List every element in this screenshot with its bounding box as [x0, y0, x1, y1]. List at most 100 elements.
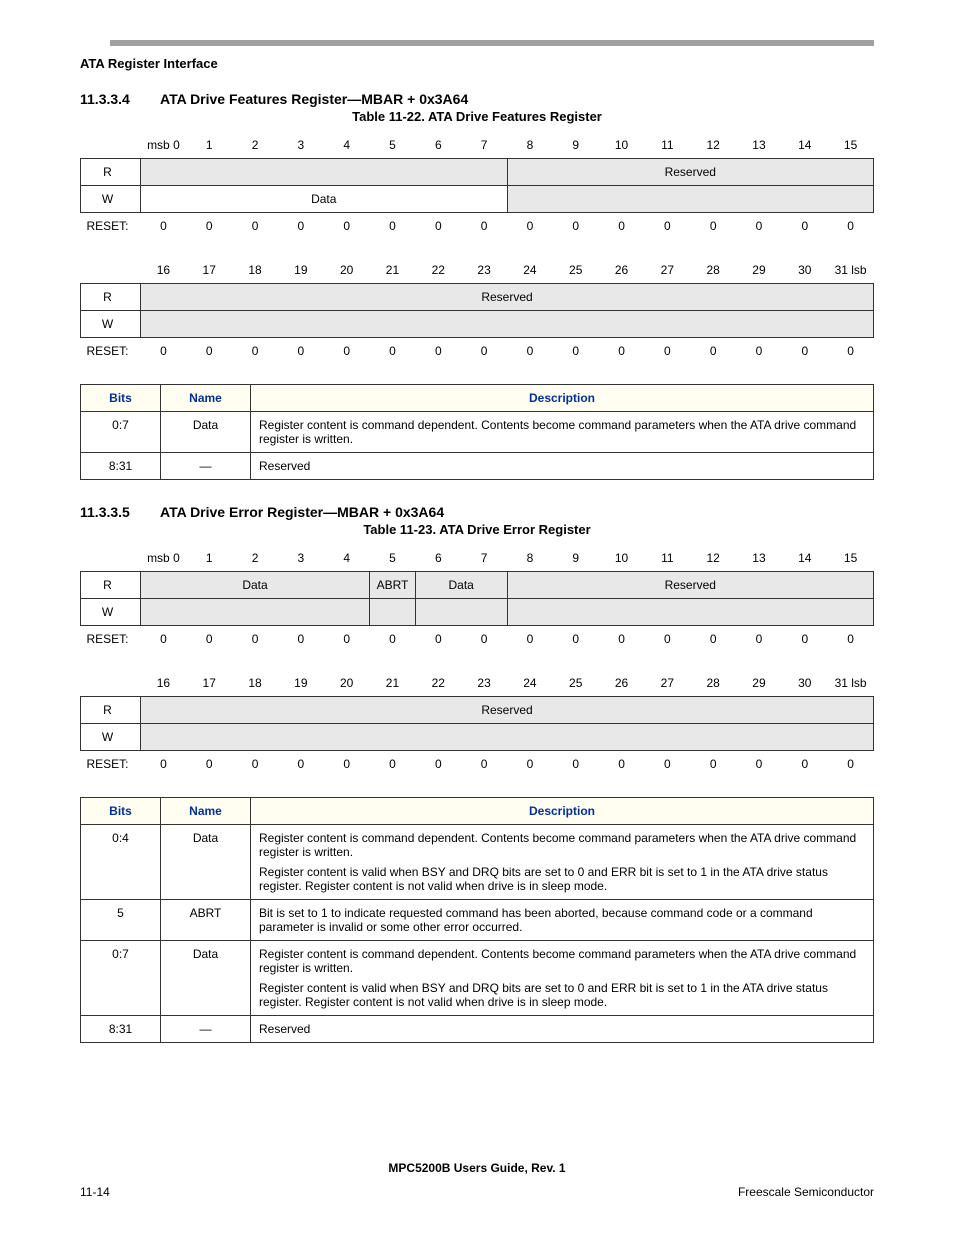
desc-bits: 8:31 [81, 453, 161, 480]
reset-value: 0 [599, 626, 645, 653]
bit-number: 15 [828, 545, 874, 572]
register-field: Reserved [507, 159, 874, 186]
desc-name: Data [161, 941, 251, 1016]
reset-value: 0 [232, 751, 278, 778]
bit-numbers: msb 0123456789101112131415 [81, 132, 874, 159]
footer-doc-title: MPC5200B Users Guide, Rev. 1 [80, 1161, 874, 1175]
bit-number: 17 [186, 670, 232, 697]
register-row: RDataABRTDataReserved [81, 572, 874, 599]
bit-number: 5 [370, 132, 416, 159]
bit-number: 3 [278, 545, 324, 572]
bit-number: 16 [141, 257, 187, 284]
reset-value: 0 [736, 626, 782, 653]
bit-number: 27 [644, 670, 690, 697]
desc-text: Reserved [251, 453, 874, 480]
register-field: Reserved [141, 284, 874, 311]
reset-value: 0 [186, 213, 232, 240]
bit-number: 21 [370, 670, 416, 697]
reset-value: 0 [461, 626, 507, 653]
reset-value: 0 [461, 751, 507, 778]
bit-number: 7 [461, 545, 507, 572]
description-table: BitsNameDescription0:7DataRegister conte… [80, 384, 874, 480]
bit-number: 11 [644, 545, 690, 572]
reset-value: 0 [278, 751, 324, 778]
bit-number: 23 [461, 257, 507, 284]
reset-value: 0 [828, 626, 874, 653]
desc-bits: 0:4 [81, 825, 161, 900]
desc-name: Data [161, 825, 251, 900]
bit-number: 31 lsb [828, 257, 874, 284]
bit-number: 10 [599, 545, 645, 572]
bit-number: 26 [599, 257, 645, 284]
reset-row: RESET:0000000000000000 [81, 338, 874, 365]
bit-number: 2 [232, 545, 278, 572]
reset-value: 0 [644, 751, 690, 778]
register-row: W [81, 599, 874, 626]
reset-value: 0 [324, 751, 370, 778]
desc-row: 0:4DataRegister content is command depen… [81, 825, 874, 900]
register-field [141, 724, 874, 751]
bit-number: 28 [690, 670, 736, 697]
desc-row: 5ABRTBit is set to 1 to indicate request… [81, 900, 874, 941]
bit-number: 20 [324, 257, 370, 284]
desc-header: Name [161, 798, 251, 825]
desc-text: Register content is command dependent. C… [251, 825, 874, 900]
bit-number: 26 [599, 670, 645, 697]
register-row: RReserved [81, 697, 874, 724]
reset-value: 0 [141, 213, 187, 240]
table-caption: Table 11-23. ATA Drive Error Register [80, 522, 874, 537]
reset-value: 0 [599, 338, 645, 365]
bit-number: 6 [415, 132, 461, 159]
bit-number: 11 [644, 132, 690, 159]
bit-number: 10 [599, 132, 645, 159]
reset-value: 0 [415, 213, 461, 240]
reset-value: 0 [186, 751, 232, 778]
reset-value: 0 [415, 751, 461, 778]
reset-value: 0 [782, 626, 828, 653]
reset-value: 0 [553, 338, 599, 365]
section-heading: 11.3.3.4ATA Drive Features Register—MBAR… [80, 91, 874, 107]
reset-value: 0 [828, 751, 874, 778]
register-field [415, 599, 507, 626]
bit-number: 8 [507, 545, 553, 572]
bit-number: 19 [278, 257, 324, 284]
register-row: W [81, 311, 874, 338]
reset-value: 0 [507, 338, 553, 365]
bit-number: 14 [782, 132, 828, 159]
reset-value: 0 [736, 338, 782, 365]
reset-value: 0 [553, 751, 599, 778]
register-row: RReserved [81, 284, 874, 311]
footer-company: Freescale Semiconductor [738, 1185, 874, 1199]
reset-value: 0 [782, 338, 828, 365]
reset-row: RESET:0000000000000000 [81, 213, 874, 240]
reset-value: 0 [370, 751, 416, 778]
desc-text: Register content is command dependent. C… [251, 412, 874, 453]
register-field: Data [141, 186, 508, 213]
reset-value: 0 [644, 626, 690, 653]
bit-number: 25 [553, 670, 599, 697]
register-field [507, 599, 874, 626]
top-rule [110, 40, 874, 46]
register-row: WData [81, 186, 874, 213]
desc-row: 8:31—Reserved [81, 1016, 874, 1043]
reset-value: 0 [186, 338, 232, 365]
table-caption: Table 11-22. ATA Drive Features Register [80, 109, 874, 124]
bit-number: 13 [736, 132, 782, 159]
reset-value: 0 [141, 338, 187, 365]
reset-value: 0 [553, 213, 599, 240]
bit-number: 3 [278, 132, 324, 159]
bit-number: 8 [507, 132, 553, 159]
register-field: Reserved [141, 697, 874, 724]
desc-text: Register content is command dependent. C… [251, 941, 874, 1016]
bit-number: 2 [232, 132, 278, 159]
bit-numbers: msb 0123456789101112131415 [81, 545, 874, 572]
desc-header: Description [251, 385, 874, 412]
bit-number: 4 [324, 545, 370, 572]
reset-value: 0 [644, 338, 690, 365]
reset-value: 0 [736, 751, 782, 778]
bit-number: 17 [186, 257, 232, 284]
reset-value: 0 [278, 626, 324, 653]
bit-number: 9 [553, 545, 599, 572]
bit-layout-table: msb 0123456789101112131415RDataABRTDataR… [80, 545, 874, 777]
desc-bits: 0:7 [81, 412, 161, 453]
